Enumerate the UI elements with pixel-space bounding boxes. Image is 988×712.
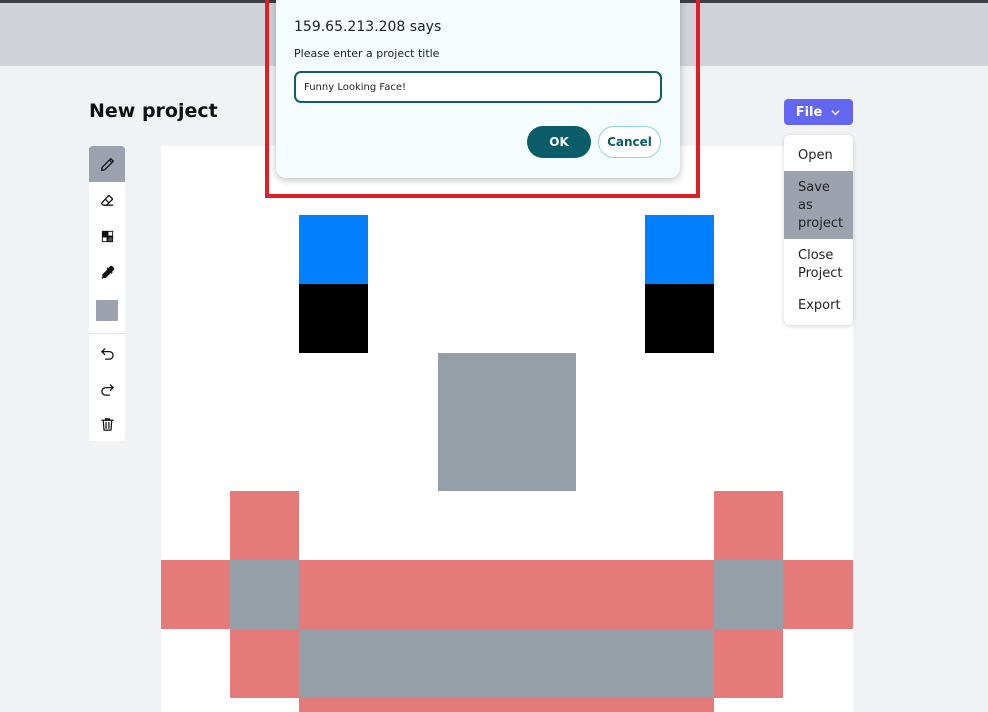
eraser-icon (100, 194, 113, 206)
mouth-right-upper-pixel (714, 491, 783, 560)
undo-icon (100, 347, 114, 360)
mouth-bottom-pixels (299, 698, 714, 712)
fill-icon (101, 230, 113, 242)
clear-canvas-button[interactable] (89, 406, 125, 442)
mouth-inner-gray-pixels (299, 629, 714, 698)
pencil-tool-button[interactable] (89, 146, 125, 182)
cancel-button[interactable]: Cancel (598, 126, 661, 158)
left-eye-blue-pixel (299, 215, 368, 284)
file-menu-button[interactable]: File (784, 99, 853, 125)
dialog-origin-title: 159.65.213.208 says (294, 19, 442, 35)
right-eye-blue-pixel (645, 215, 714, 284)
drawing-toolbar (89, 146, 125, 441)
pencil-icon (100, 157, 114, 171)
undo-button[interactable] (89, 335, 125, 371)
toolbar-divider (89, 333, 125, 334)
color-picker-button[interactable] (89, 292, 125, 328)
right-eye-black-pixel (645, 284, 714, 353)
nose-pixel (438, 353, 576, 491)
menu-item-close-project[interactable]: Close Project (784, 247, 853, 287)
pixel-canvas[interactable] (161, 146, 853, 712)
ok-button[interactable]: OK (527, 126, 591, 158)
redo-icon (100, 383, 114, 396)
left-eye-black-pixel (299, 284, 368, 353)
trash-icon (100, 417, 114, 431)
mouth-right-lower-pixel (714, 629, 783, 698)
prompt-dialog: 159.65.213.208 says Please enter a proje… (276, 0, 680, 178)
mouth-left-upper-pixel (230, 491, 299, 560)
chevron-down-icon (831, 109, 840, 115)
menu-item-save-as-project[interactable]: Save as project (784, 171, 853, 239)
file-dropdown-menu: Open Save as project Close Project Expor… (784, 135, 853, 325)
project-title-input[interactable] (294, 71, 662, 103)
mouth-left-lower-pixel (230, 629, 299, 698)
dialog-message: Please enter a project title (294, 47, 440, 60)
mouth-left-gray-pixel (230, 560, 299, 629)
menu-item-export[interactable]: Export (784, 297, 853, 317)
eraser-tool-button[interactable] (89, 182, 125, 218)
redo-button[interactable] (89, 371, 125, 407)
file-button-label: File (795, 104, 823, 120)
mouth-right-gray-pixel (714, 560, 783, 629)
page-title: New project (89, 100, 218, 122)
eyedropper-tool-button[interactable] (89, 254, 125, 290)
fill-tool-button[interactable] (89, 218, 125, 254)
eyedropper-icon (100, 265, 114, 279)
current-color-swatch (96, 299, 118, 321)
